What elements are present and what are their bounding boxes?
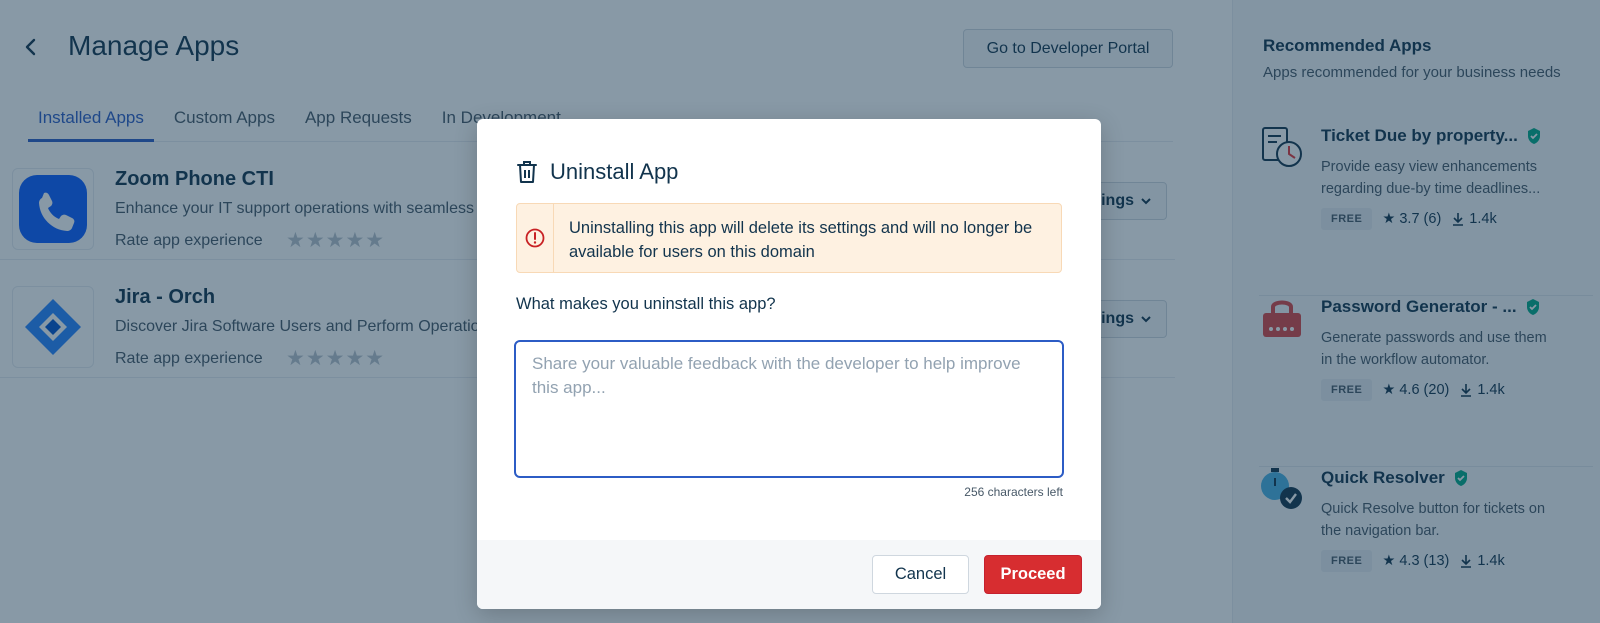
- proceed-button[interactable]: Proceed: [984, 555, 1082, 594]
- warning-icon-wrap: [517, 204, 554, 272]
- modal-footer: Cancel Proceed: [477, 540, 1101, 609]
- cancel-button[interactable]: Cancel: [872, 555, 969, 594]
- warning-banner: Uninstalling this app will delete its se…: [516, 203, 1062, 273]
- modal-header: Uninstall App: [516, 159, 678, 185]
- character-count: 256 characters left: [964, 485, 1063, 499]
- feedback-question: What makes you uninstall this app?: [516, 295, 776, 313]
- uninstall-app-modal: Uninstall App Uninstalling this app will…: [477, 119, 1101, 609]
- feedback-textarea[interactable]: [514, 340, 1064, 478]
- warning-text: Uninstalling this app will delete its se…: [569, 219, 1033, 261]
- trash-icon: [517, 161, 537, 183]
- alert-circle-icon: [525, 228, 545, 248]
- modal-title: Uninstall App: [550, 159, 679, 184]
